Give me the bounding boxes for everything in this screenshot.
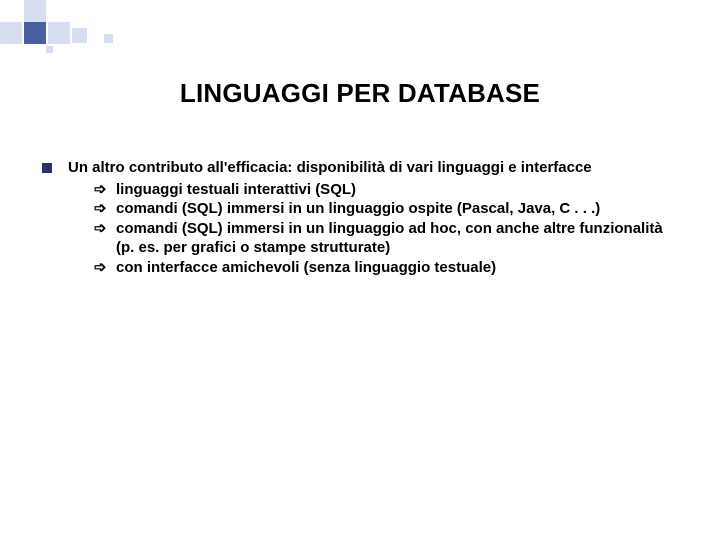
sub-list: ➩ linguaggi testuali interattivi (SQL) ➩… [94, 180, 680, 278]
sub-item-text: con interfacce amichevoli (senza linguag… [116, 258, 680, 278]
bullet-body: Un altro contributo all'efficacia: dispo… [68, 158, 680, 277]
arrow-icon: ➩ [94, 258, 116, 278]
bullet-intro: Un altro contributo all'efficacia: dispo… [68, 159, 592, 176]
sub-item-text: linguaggi testuali interattivi (SQL) [116, 180, 680, 200]
square-bullet-icon [42, 163, 52, 173]
arrow-icon: ➩ [94, 219, 116, 239]
sub-item: ➩ comandi (SQL) immersi in un linguaggio… [94, 219, 680, 258]
arrow-icon: ➩ [94, 180, 116, 200]
bullet-item: Un altro contributo all'efficacia: dispo… [42, 158, 680, 277]
corner-decoration [0, 0, 140, 55]
slide-title: LINGUAGGI PER DATABASE [0, 78, 720, 109]
slide-content: Un altro contributo all'efficacia: dispo… [42, 158, 680, 277]
sub-item-text: comandi (SQL) immersi in un linguaggio o… [116, 199, 680, 219]
sub-item-text: comandi (SQL) immersi in un linguaggio a… [116, 219, 680, 258]
sub-item: ➩ comandi (SQL) immersi in un linguaggio… [94, 199, 680, 219]
sub-item: ➩ con interfacce amichevoli (senza lingu… [94, 258, 680, 278]
arrow-icon: ➩ [94, 199, 116, 219]
sub-item: ➩ linguaggi testuali interattivi (SQL) [94, 180, 680, 200]
